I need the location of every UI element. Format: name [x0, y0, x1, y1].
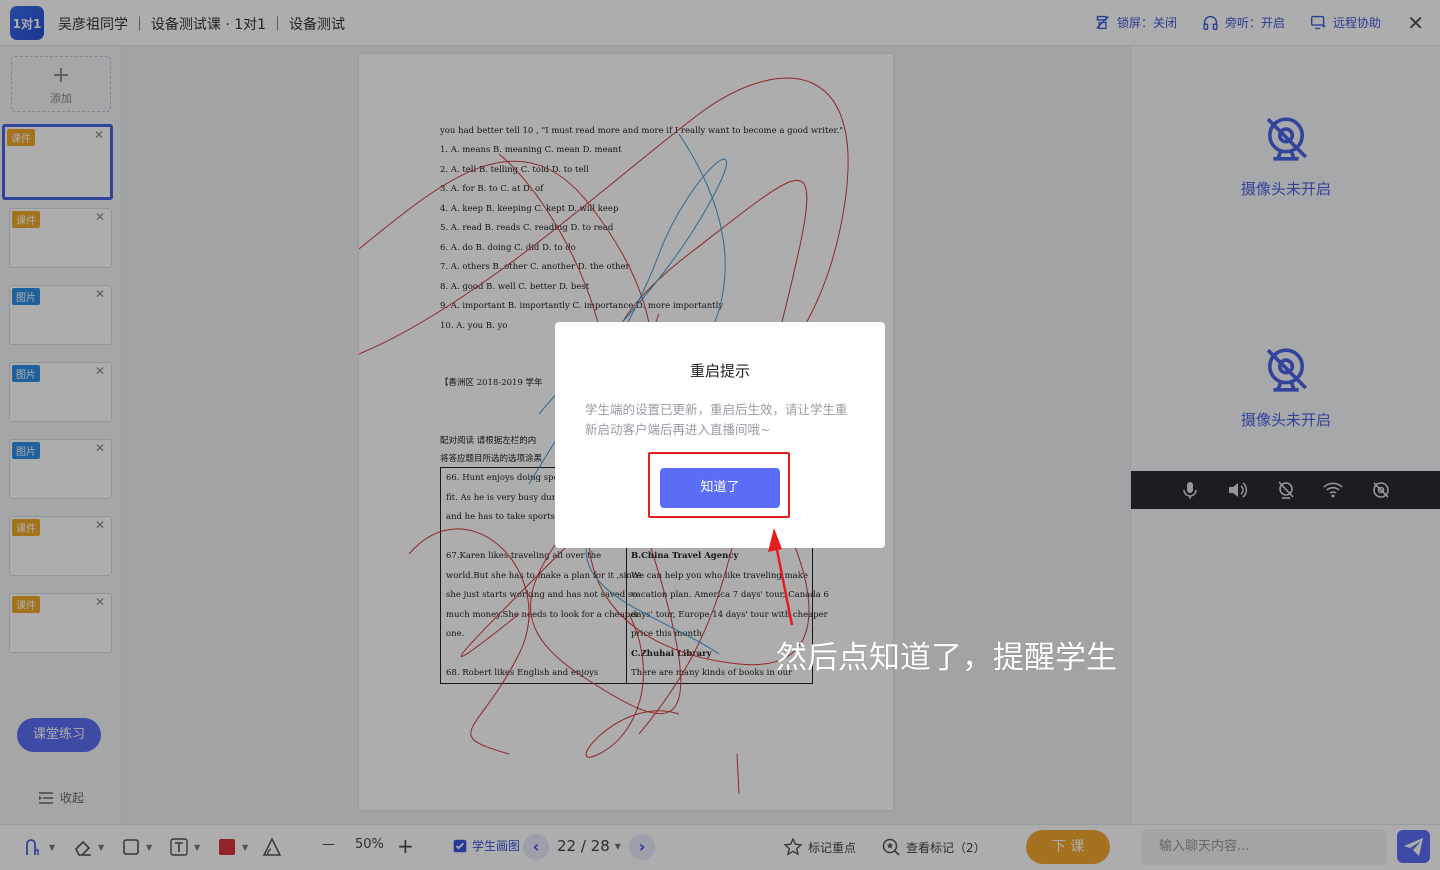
dialog-title: 重启提示: [689, 362, 750, 380]
highlight-box: [648, 452, 790, 518]
tutorial-annotation: 然后点知道了，提醒学生: [776, 640, 1117, 676]
dialog-message: 学生端的设置已更新，重启后生效，请让学生重新启动客户端后再进入直播间哦~: [585, 402, 848, 437]
